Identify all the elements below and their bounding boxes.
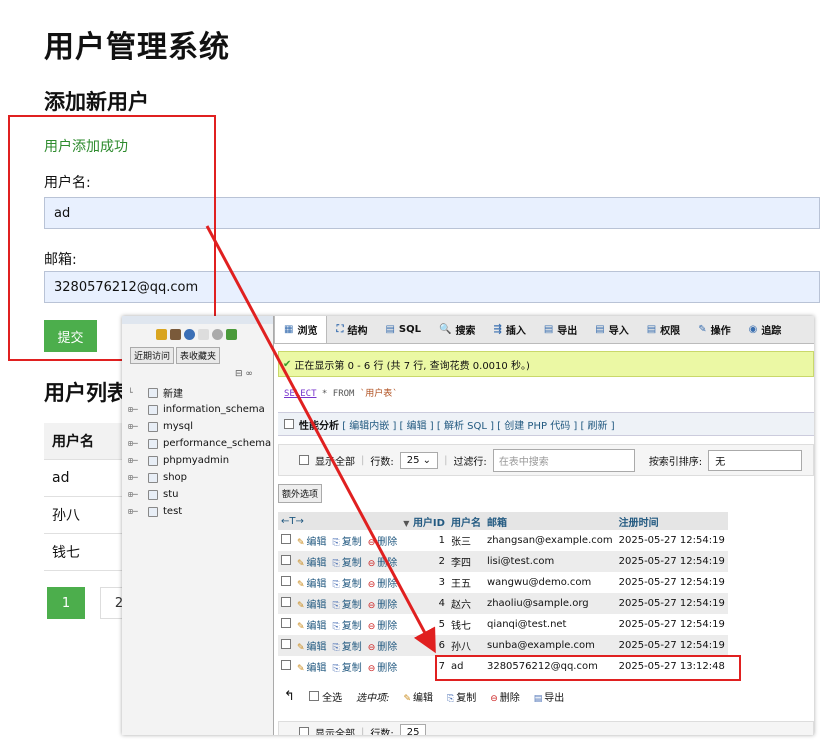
annotation-arrow [205, 225, 436, 654]
arrow-line [205, 225, 436, 654]
